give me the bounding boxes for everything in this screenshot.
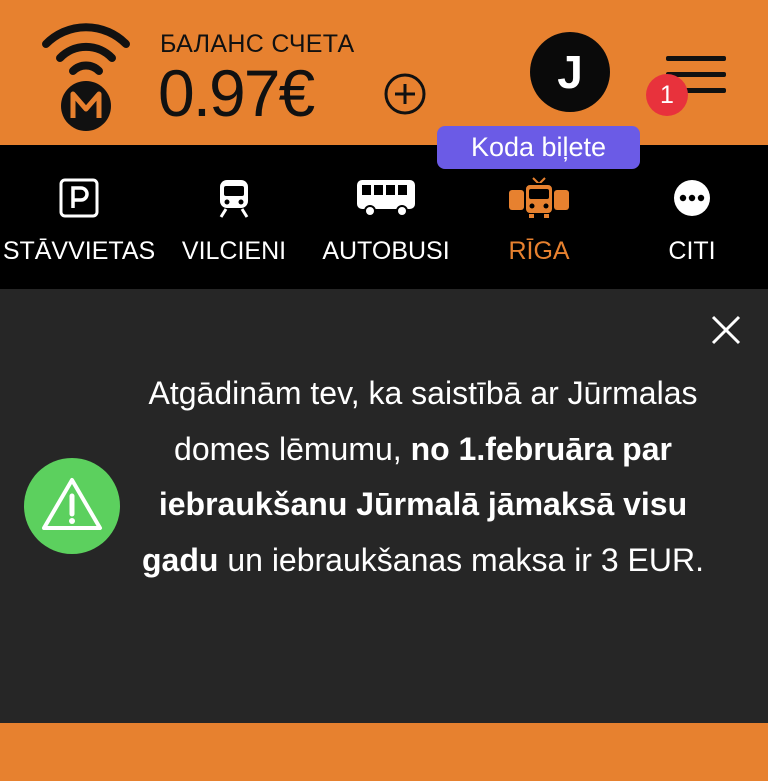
mobilly-logo-icon (42, 23, 130, 131)
notice-message: Atgādinām tev, ka saistībā ar Jūrmalas d… (140, 366, 706, 588)
city-transport-icon (509, 177, 569, 218)
notification-badge[interactable]: 1 (646, 74, 688, 116)
parking-icon (59, 178, 99, 218)
nav-label-riga: RĪGA (508, 237, 570, 265)
nav-label-buses: AUTOBUSI (322, 237, 450, 265)
close-icon[interactable] (708, 312, 744, 348)
header: БАЛАНС СЧЕТА 0.97€ J 1 (0, 0, 768, 145)
nav-item-trains[interactable]: VILCIENI (163, 145, 305, 289)
profile-avatar-button[interactable]: J (530, 32, 610, 112)
balance-value: 0.97€ (158, 56, 315, 130)
train-icon (219, 180, 249, 218)
code-ticket-tooltip[interactable]: Koda biļete (437, 126, 640, 169)
bus-icon (357, 180, 415, 217)
add-funds-button[interactable] (383, 72, 427, 116)
warning-icon (24, 458, 120, 554)
more-icon (674, 180, 710, 216)
footer-bar (0, 723, 768, 781)
nav-item-parking[interactable]: STĀVVIETAS (0, 145, 158, 289)
nav-label-other: CITI (668, 237, 716, 265)
category-nav: STĀVVIETAS VILCIENI AUTOBUSI RĪGA CITI (0, 145, 768, 289)
nav-item-other[interactable]: CITI (620, 145, 764, 289)
nav-label-trains: VILCIENI (181, 237, 287, 265)
notice-text-2: un iebraukšanas maksa ir 3 EUR. (218, 541, 704, 578)
nav-label-parking: STĀVVIETAS (2, 237, 156, 265)
